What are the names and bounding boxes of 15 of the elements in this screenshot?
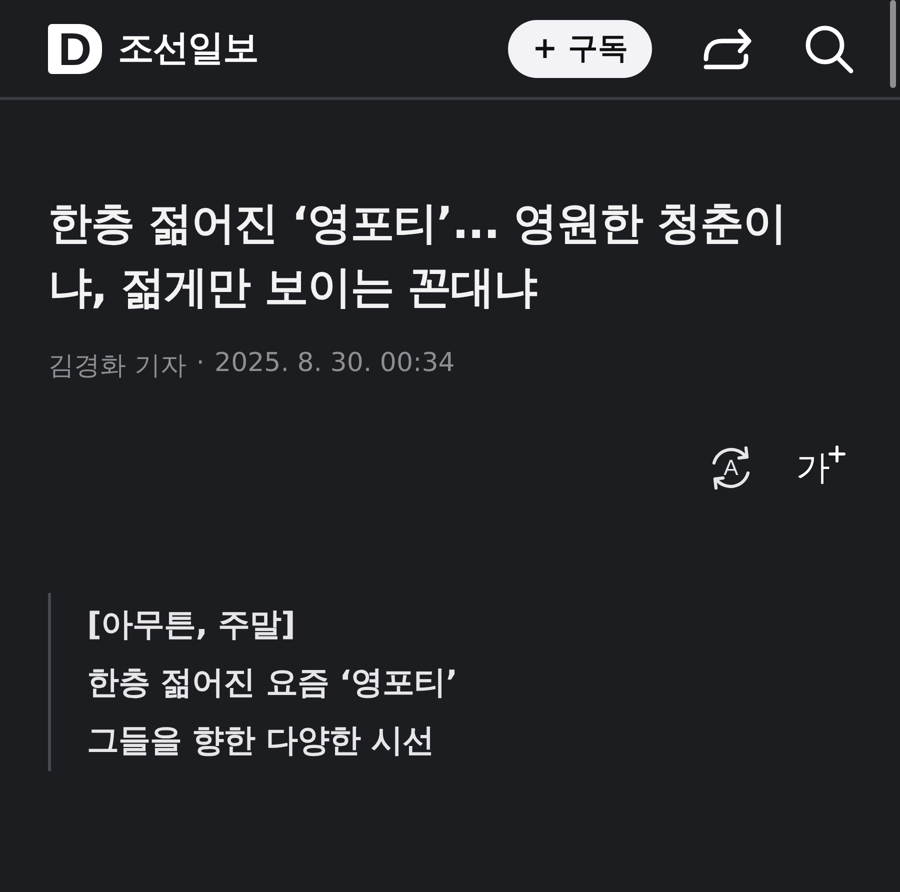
byline-separator: ·: [196, 348, 205, 380]
scrollbar[interactable]: [890, 0, 896, 88]
search-icon[interactable]: [804, 24, 854, 74]
subscribe-button[interactable]: + 구독: [508, 20, 652, 78]
summary-line: [아무튼, 주말]: [87, 604, 296, 645]
brand-name[interactable]: 조선일보: [118, 24, 258, 73]
font-size-button[interactable]: 가: [796, 443, 846, 493]
author-name: 김경화 기자: [48, 350, 186, 383]
publish-date: 2025. 8. 30. 00:34: [214, 348, 455, 380]
summary-line: 그들을 향한 다양한 시선: [87, 720, 435, 761]
translate-button[interactable]: A: [706, 443, 756, 493]
plus-icon: [828, 445, 846, 463]
logo-mark[interactable]: D: [48, 24, 102, 74]
article-title: 한층 젊어진 ‘영포티’... 영원한 청춘이냐, 젊게만 보이는 꼰대냐: [48, 197, 787, 315]
summary-line: 한층 젊어진 요즘 ‘영포티’: [87, 662, 458, 703]
